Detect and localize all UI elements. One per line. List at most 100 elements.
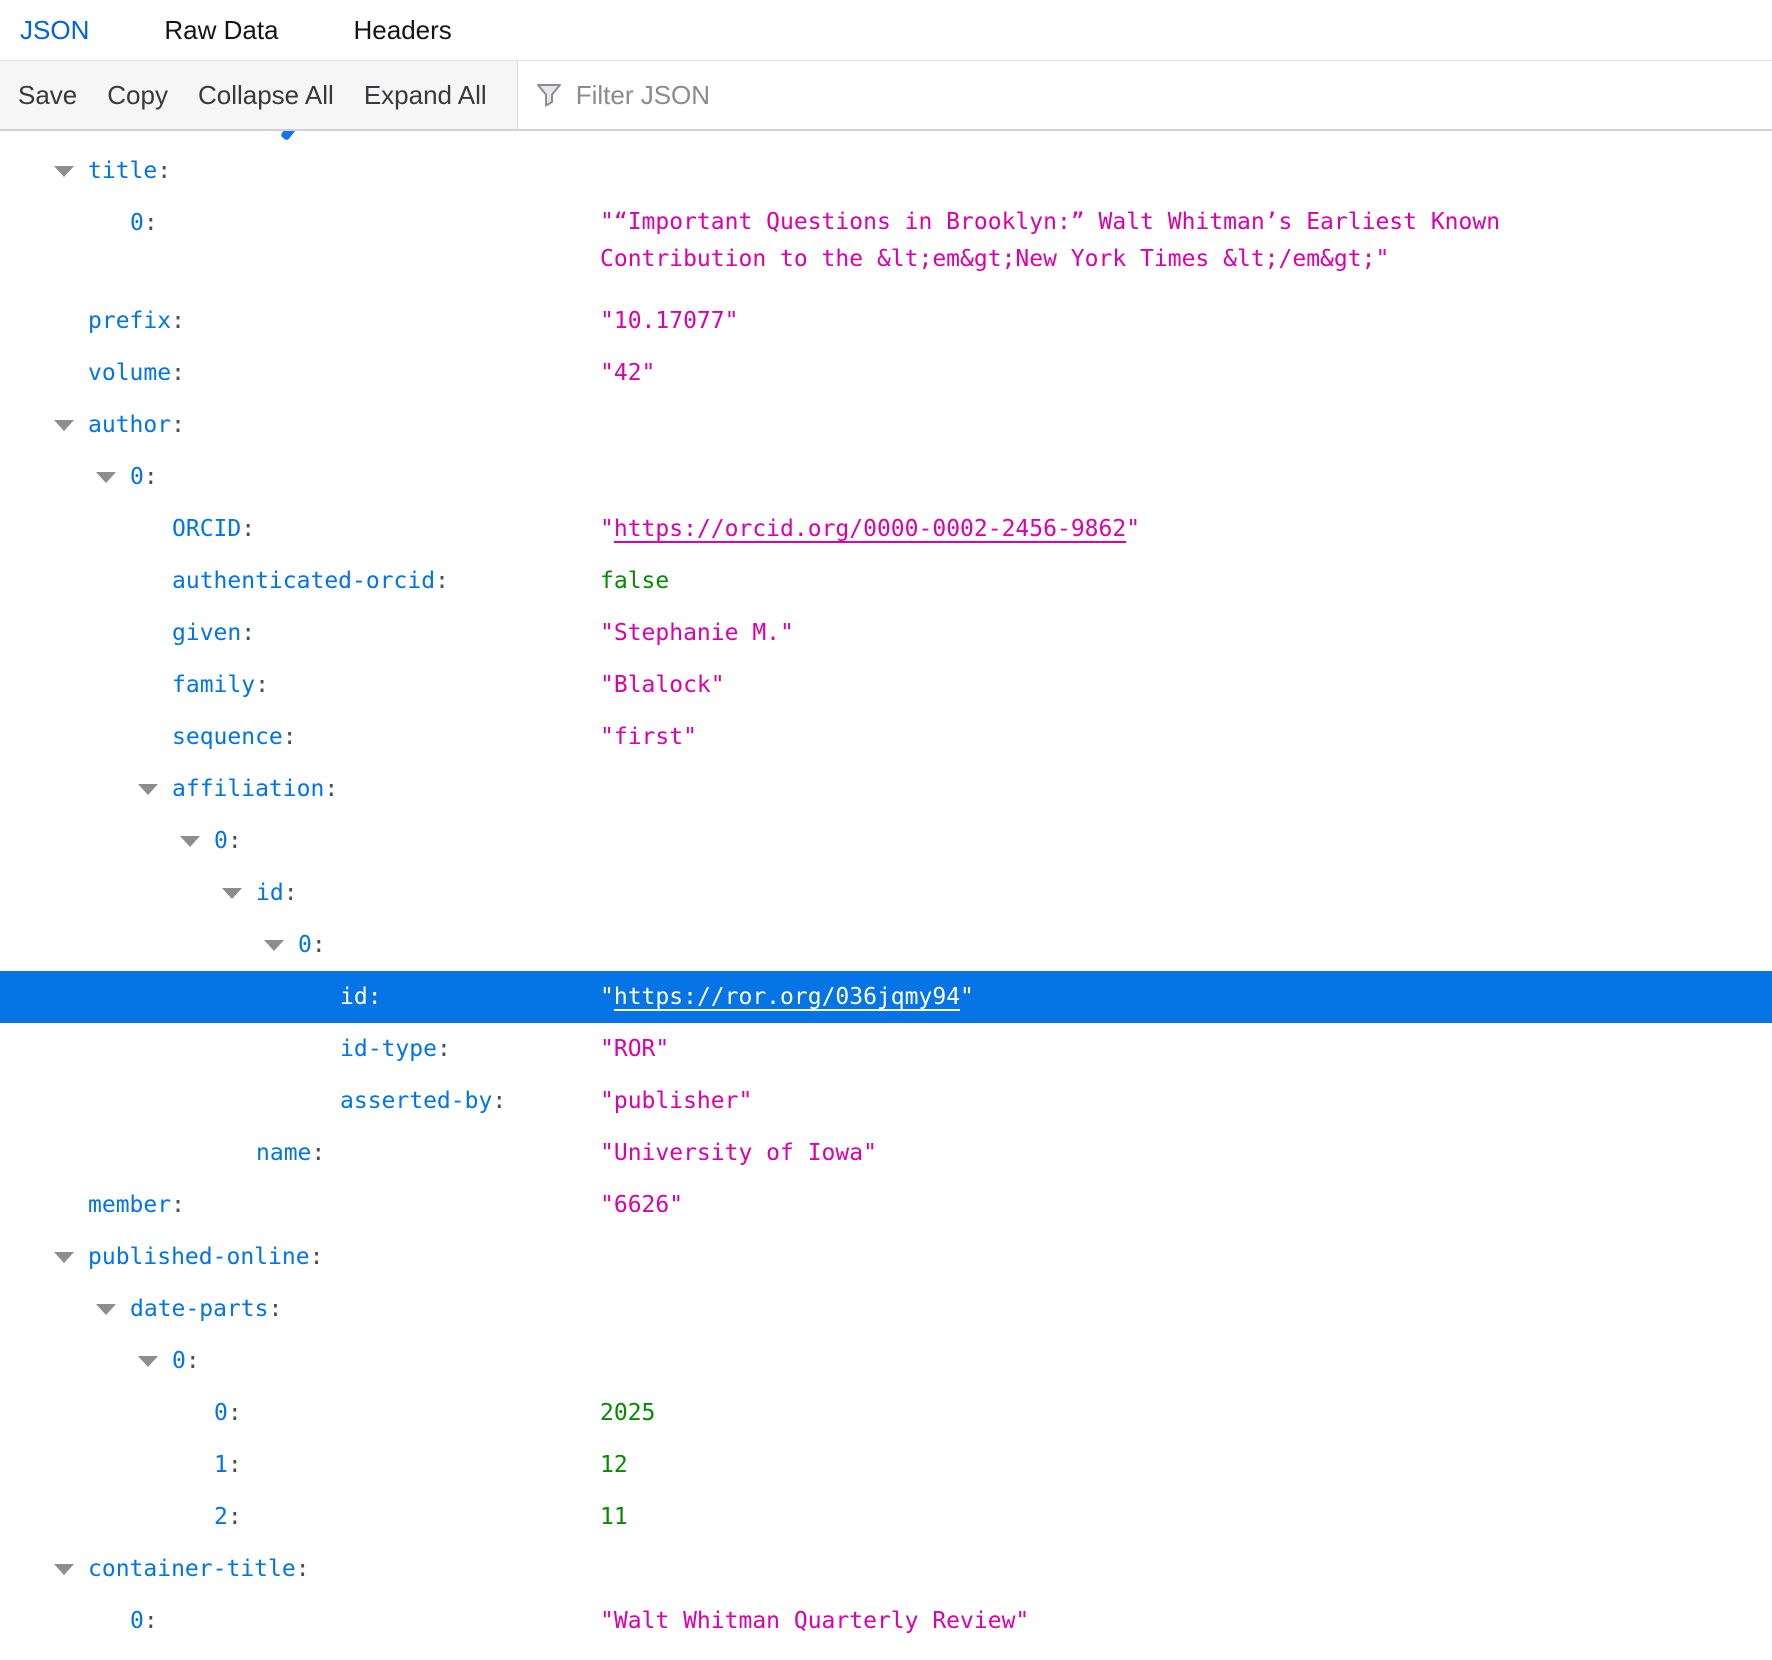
key-label: 0:: [298, 919, 326, 971]
tree-row[interactable]: family: "Blalock": [0, 659, 1772, 711]
chevron-down-icon[interactable]: [138, 1356, 158, 1367]
colon: :: [296, 1556, 310, 1582]
value-string: "6626": [600, 1179, 683, 1231]
tree-row[interactable]: id:: [0, 867, 1772, 919]
tree-row[interactable]: id-type: "ROR": [0, 1023, 1772, 1075]
tree-row[interactable]: 0:: [0, 919, 1772, 971]
colon: :: [284, 880, 298, 906]
chevron-down-icon[interactable]: [96, 472, 116, 483]
value-string: "42": [600, 347, 655, 399]
key-label: 0:: [130, 451, 158, 503]
key-label: container-title:: [88, 1543, 310, 1595]
tree-row[interactable]: asserted-by:"publisher": [0, 1075, 1772, 1127]
value-string: "first": [600, 711, 697, 763]
chevron-down-icon[interactable]: [180, 836, 200, 847]
tree-row[interactable]: member: "6626": [0, 1179, 1772, 1231]
clipped-key-fragment: [280, 131, 297, 141]
tab-headers[interactable]: Headers: [354, 0, 452, 60]
value-string: "University of Iowa": [600, 1127, 877, 1179]
colon: :: [171, 360, 185, 386]
tree-row[interactable]: 0:: [0, 815, 1772, 867]
tree-row[interactable]: ORCID: "https://orcid.org/0000-0002-2456-…: [0, 503, 1772, 555]
key-label: 0:: [214, 1387, 242, 1439]
value-string: "Blalock": [600, 659, 725, 711]
clipped-row[interactable]: [0, 131, 1772, 145]
tab-json[interactable]: JSON: [20, 0, 89, 60]
save-button[interactable]: Save: [18, 80, 77, 111]
chevron-down-icon[interactable]: [264, 940, 284, 951]
colon: :: [255, 672, 269, 698]
tree-row[interactable]: 0:: [0, 451, 1772, 503]
key-label: prefix:: [88, 295, 185, 347]
key-label: 2:: [214, 1491, 242, 1543]
value-string: "https://orcid.org/0000-0002-2456-9862": [600, 503, 1140, 555]
tree-row[interactable]: given:"Stephanie M.": [0, 607, 1772, 659]
key-label: given:: [172, 607, 255, 659]
tree-row[interactable]: published-online:: [0, 1231, 1772, 1283]
colon: :: [241, 516, 255, 542]
tree-row[interactable]: title:: [0, 145, 1772, 197]
value-link[interactable]: https://ror.org/036jqmy94: [614, 984, 960, 1010]
json-viewer: { "tabs": { "json": "JSON", "raw": "Raw …: [0, 0, 1772, 1660]
key-label: 0:: [214, 815, 242, 867]
collapse-all-button[interactable]: Collapse All: [198, 80, 334, 111]
key-label: ORCID:: [172, 503, 255, 555]
colon: :: [324, 776, 338, 802]
tree-row[interactable]: 0: 2025: [0, 1387, 1772, 1439]
tree-row[interactable]: 2: 11: [0, 1491, 1772, 1543]
value-string: "“Important Questions in Brooklyn:” Walt…: [600, 197, 1540, 295]
colon: :: [312, 932, 326, 958]
key-label: author:: [88, 399, 185, 451]
tree-row[interactable]: affiliation:: [0, 763, 1772, 815]
colon: :: [228, 828, 242, 854]
colon: :: [228, 1452, 242, 1478]
tree-row[interactable]: sequence:"first": [0, 711, 1772, 763]
chevron-down-icon[interactable]: [54, 166, 74, 177]
expand-all-button[interactable]: Expand All: [364, 80, 487, 111]
colon: :: [228, 1400, 242, 1426]
value-number: 2025: [600, 1387, 655, 1439]
colon: :: [144, 464, 158, 490]
tree-row[interactable]: volume: "42": [0, 347, 1772, 399]
tree-row[interactable]: 0: "Walt Whitman Quarterly Review": [0, 1595, 1772, 1647]
colon: :: [171, 308, 185, 334]
colon: :: [310, 1244, 324, 1270]
key-label: id:: [256, 867, 298, 919]
colon: :: [311, 1140, 325, 1166]
key-label: name:: [256, 1127, 325, 1179]
value-string: "10.17077": [600, 295, 738, 347]
chevron-down-icon[interactable]: [96, 1304, 116, 1315]
tree-row[interactable]: 1:12: [0, 1439, 1772, 1491]
key-label: family:: [172, 659, 269, 711]
tree-row[interactable]: authenticated-orcid:false: [0, 555, 1772, 607]
value-link[interactable]: https://orcid.org/0000-0002-2456-9862: [614, 516, 1126, 542]
tree-row[interactable]: 0: "“Important Questions in Brooklyn:” Wa…: [0, 197, 1772, 295]
colon: :: [368, 984, 382, 1010]
tree-row[interactable]: 0:: [0, 1335, 1772, 1387]
tree-row[interactable]: date-parts:: [0, 1283, 1772, 1335]
value-string: "Walt Whitman Quarterly Review": [600, 1595, 1029, 1647]
key-label: id-type:: [340, 1023, 451, 1075]
filter-json-input[interactable]: [518, 61, 1772, 129]
key-label: 0:: [130, 1595, 158, 1647]
chevron-down-icon[interactable]: [222, 888, 242, 899]
key-label: member:: [88, 1179, 185, 1231]
key-label: volume:: [88, 347, 185, 399]
value-string: "ROR": [600, 1023, 669, 1075]
tab-raw-data[interactable]: Raw Data: [164, 0, 278, 60]
value-number: 11: [600, 1491, 628, 1543]
chevron-down-icon[interactable]: [54, 1564, 74, 1575]
key-label: authenticated-orcid:: [172, 555, 449, 607]
key-label: 0:: [130, 197, 158, 249]
copy-button[interactable]: Copy: [107, 80, 168, 111]
chevron-down-icon[interactable]: [138, 784, 158, 795]
tree-row[interactable]: id:"https://ror.org/036jqmy94": [0, 971, 1772, 1023]
chevron-down-icon[interactable]: [54, 1252, 74, 1263]
key-label: 1:: [214, 1439, 242, 1491]
tree-row[interactable]: author:: [0, 399, 1772, 451]
chevron-down-icon[interactable]: [54, 420, 74, 431]
tree-row[interactable]: prefix: "10.17077": [0, 295, 1772, 347]
toolbar-buttons: Save Copy Collapse All Expand All: [0, 61, 517, 129]
tree-row[interactable]: name: "University of Iowa": [0, 1127, 1772, 1179]
tree-row[interactable]: container-title:: [0, 1543, 1772, 1595]
